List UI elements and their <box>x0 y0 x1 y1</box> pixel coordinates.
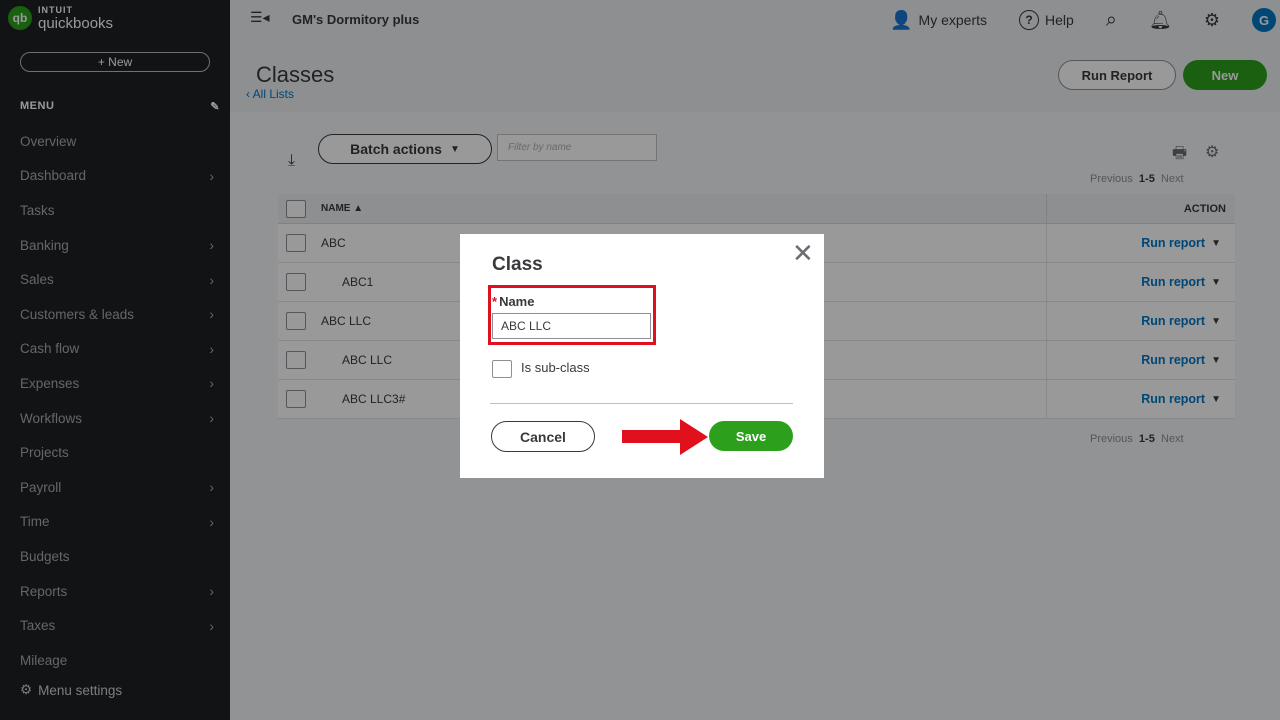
dialog-title: Class <box>492 254 543 275</box>
red-arrow-annotation <box>622 419 708 455</box>
required-mark: * <box>492 294 498 309</box>
save-button[interactable]: Save <box>709 421 793 451</box>
close-icon[interactable]: ✕ <box>792 238 814 269</box>
class-dialog: ✕ Class * Name ABC LLC Is sub-class Cance… <box>460 234 824 478</box>
is-subclass-checkbox[interactable] <box>492 360 512 378</box>
dialog-divider <box>490 403 793 404</box>
name-label-text: Name <box>499 294 535 309</box>
name-input[interactable]: ABC LLC <box>492 313 651 339</box>
name-label: * Name <box>492 294 534 309</box>
is-subclass-label: Is sub-class <box>521 360 590 375</box>
cancel-button[interactable]: Cancel <box>491 421 595 452</box>
